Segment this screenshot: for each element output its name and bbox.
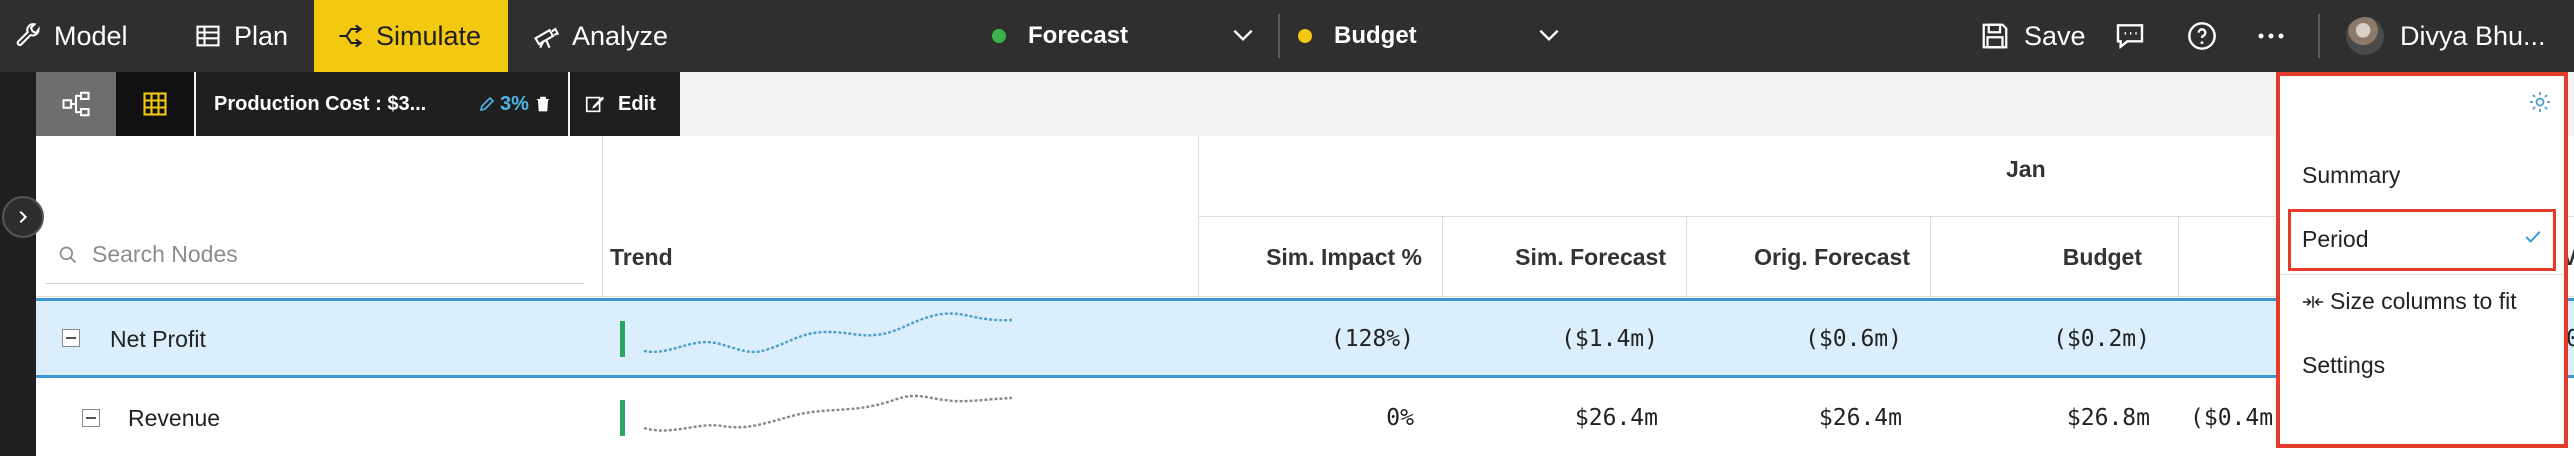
menu-item-summary[interactable]: Summary [2302,162,2400,189]
wrench-icon [16,23,40,47]
edit-button[interactable]: Edit [570,72,680,136]
sparkline-net-profit [643,312,1013,354]
menu-item-settings[interactable]: Settings [2302,352,2385,379]
search-nodes-input[interactable]: Search Nodes [46,226,584,284]
grid-divider [36,296,2574,297]
collapse-toggle[interactable] [62,329,80,347]
nav-model-label: Model [54,20,128,51]
edit-icon [585,96,605,113]
menu-divider [2280,274,2564,275]
comment-icon [2116,24,2144,50]
telescope-icon [534,27,560,49]
branch-icon [339,24,363,48]
driver-chip-change[interactable]: 3% [478,93,529,116]
edit-label: Edit [618,92,656,115]
save-button[interactable] [1980,0,2010,72]
nav-plan-label: Plan [234,20,289,51]
forecast-status-dot [992,29,1006,43]
save-label[interactable]: Save [2024,0,2086,72]
help-icon [2188,22,2216,50]
table-icon [196,25,220,47]
fit-columns-icon [2302,295,2324,308]
nav-simulate-label: Simulate [376,20,482,51]
more-button[interactable] [2256,0,2286,72]
checkmark-icon [2525,231,2541,243]
avatar[interactable] [2346,17,2384,55]
cell-budget: ($0.2m) [2053,326,2150,352]
user-name[interactable]: Divya Bhu... [2400,0,2546,72]
budget-status-dot [1298,29,1312,43]
tree-view-button[interactable] [36,72,116,136]
pencil-icon [479,96,495,112]
divider [2318,14,2320,58]
cell-budget: $26.8m [2066,405,2150,431]
menu-item-size-columns-label: Size columns to fit [2330,288,2517,314]
view-options-menu: Summary Period Size columns to fit Setti… [2276,72,2568,448]
chevron-down-icon[interactable] [1536,22,1562,48]
trash-icon[interactable] [534,94,552,114]
cell-sim-impact: 0% [1386,405,1414,431]
sparkline-revenue [643,394,1013,432]
driver-chip-pct: 3% [500,92,529,115]
gear-icon[interactable] [2528,90,2552,114]
trend-indicator [620,400,625,436]
column-header-trend[interactable]: Trend [610,226,673,288]
menu-item-size-columns[interactable]: Size columns to fit [2302,288,2517,315]
expand-panel-button[interactable] [2,196,44,238]
collapse-toggle[interactable] [82,409,100,427]
column-header-sim-forecast[interactable]: Sim. Forecast [1442,226,1666,288]
cell-orig-forecast: ($0.6m) [1805,326,1902,352]
month-header: Jan [2006,156,2046,182]
scenario-budget-label: Budget [1334,22,1417,49]
driver-chip[interactable]: Production Cost : $3... 3% [196,72,568,136]
cell-sim-impact: (128%) [1330,326,1414,352]
nav-analyze[interactable]: Analyze [532,0,702,72]
save-icon [1982,23,2008,49]
divider [1278,14,1280,58]
column-header-sim-impact[interactable]: Sim. Impact % [1198,226,1422,288]
search-icon [59,246,77,263]
row-label-net-profit: Net Profit [110,326,206,352]
chevron-down-icon[interactable] [1230,22,1256,48]
column-header-orig-forecast[interactable]: Orig. Forecast [1686,226,1910,288]
cell-sim-forecast[interactable]: $26.4m [1442,405,1658,431]
driver-chip-label: Production Cost : $3... [214,92,427,115]
menu-item-period[interactable]: Period [2302,226,2368,253]
trend-indicator [620,321,625,357]
column-header-budget[interactable]: Budget [1930,226,2142,288]
scenario-budget[interactable]: Budget [1298,0,1417,72]
more-icon [2258,33,2284,39]
search-placeholder: Search Nodes [92,241,238,267]
help-button[interactable] [2186,0,2218,72]
nav-analyze-label: Analyze [572,20,669,51]
grid-view-button[interactable] [116,72,194,136]
cell-orig-forecast: $26.4m [1818,405,1902,431]
scenario-forecast[interactable]: Forecast [992,0,1128,72]
nav-model[interactable]: Model [14,0,194,72]
cell-sim-forecast[interactable]: ($1.4m) [1442,326,1658,352]
hierarchy-icon [62,91,90,117]
nav-plan[interactable]: Plan [194,0,314,72]
comment-button[interactable] [2114,0,2146,72]
scenario-forecast-label: Forecast [1028,22,1129,49]
grid-icon [143,92,167,116]
row-label-revenue: Revenue [128,405,221,431]
left-rail [0,72,36,456]
chevron-right-icon [19,210,28,224]
nav-simulate[interactable]: Simulate [314,0,508,72]
